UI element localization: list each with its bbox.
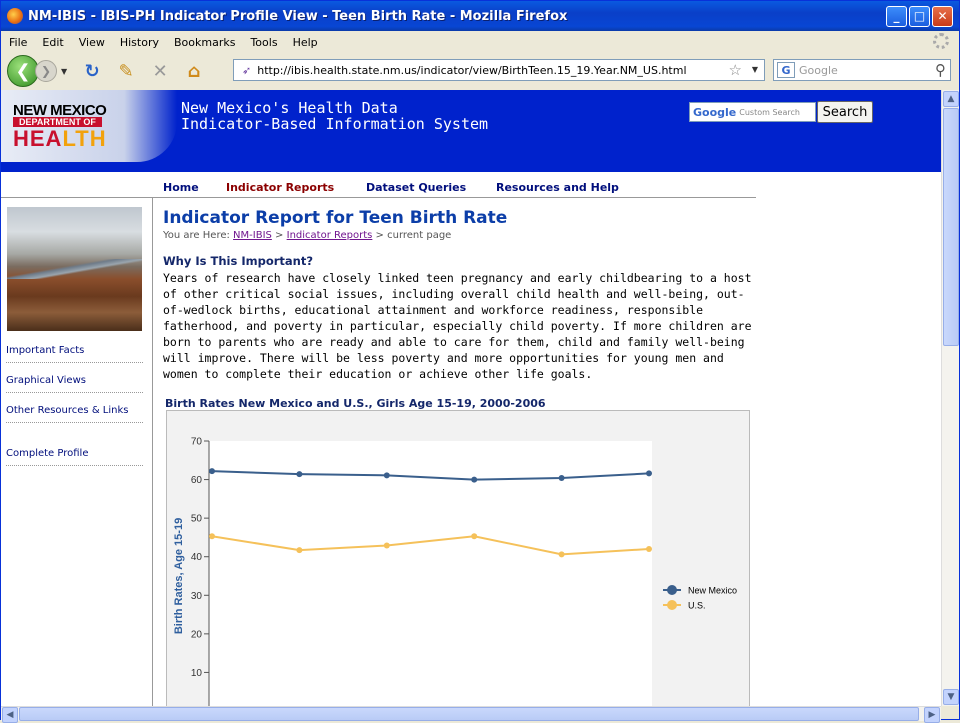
data-point (646, 546, 652, 552)
breadcrumb: You are Here: NM-IBIS > Indicator Report… (163, 230, 452, 241)
legend-label: U.S. (688, 601, 706, 611)
scroll-right-icon[interactable]: ▶ (924, 707, 940, 723)
why-paragraph: Years of research have closely linked te… (163, 271, 752, 381)
custom-search-placeholder: Custom Search (739, 107, 800, 117)
site-search-button[interactable]: Search (817, 101, 873, 123)
stop-icon[interactable]: ✕ (148, 59, 172, 83)
page-content: NEW MEXICO DEPARTMENT OF HEALTH New Mexi… (1, 90, 941, 706)
url-dropdown-icon[interactable]: ▼ (752, 65, 758, 74)
sidebar-item-graphical-views[interactable]: Graphical Views (6, 375, 143, 393)
data-point (296, 547, 303, 554)
data-point (471, 476, 478, 483)
nmdoh-logo[interactable]: NEW MEXICO DEPARTMENT OF HEALTH (1, 90, 177, 162)
data-point (296, 471, 303, 478)
banner-title-line2: Indicator-Based Information System (181, 115, 489, 133)
legend-label: New Mexico (688, 586, 737, 596)
data-point (558, 475, 565, 482)
sidebar-item-important-facts[interactable]: Important Facts (6, 345, 143, 363)
vertical-scrollbar[interactable]: ▲ ▼ (941, 90, 959, 706)
legend-marker (667, 600, 677, 610)
y-tick-label: 20 (191, 629, 203, 640)
browser-search-box[interactable]: G Google ⚲ (773, 59, 951, 81)
chart-svg: 10 20 30 40 50 60 70 Birth Rates, Age 15-19 New … (173, 437, 737, 706)
y-tick-label: 30 (191, 591, 203, 602)
logo-line3: HEALTH (13, 126, 107, 152)
data-point (471, 533, 478, 540)
page-title: Indicator Report for Teen Birth Rate (163, 208, 508, 228)
data-point (383, 542, 390, 549)
maximize-button[interactable]: □ (909, 5, 930, 27)
close-button[interactable]: ✕ (932, 5, 953, 27)
data-point (209, 468, 215, 475)
title-bar: NM-IBIS - IBIS-PH Indicator Profile View… (1, 1, 959, 31)
menu-file[interactable]: File (9, 36, 27, 49)
top-navigation: Home Indicator Reports Dataset Queries R… (1, 172, 756, 198)
throbber-icon (933, 33, 949, 49)
browser-window: NM-IBIS - IBIS-PH Indicator Profile View… (0, 0, 960, 723)
crumb-link-indicator-reports[interactable]: Indicator Reports (287, 230, 373, 241)
history-dropdown-icon[interactable]: ▼ (61, 67, 67, 76)
data-point (209, 533, 215, 540)
data-point (558, 551, 565, 558)
sidebar: Important Facts Graphical Views Other Re… (1, 198, 153, 706)
legend-marker (667, 585, 677, 595)
sidebar-item-complete-profile[interactable]: Complete Profile (6, 448, 143, 466)
site-icon: ➶ (242, 63, 252, 77)
home-icon[interactable]: ⌂ (182, 59, 206, 83)
firefox-icon (7, 8, 23, 24)
search-placeholder: Google (799, 63, 838, 77)
site-banner: NEW MEXICO DEPARTMENT OF HEALTH New Mexi… (1, 90, 941, 172)
menu-edit[interactable]: Edit (42, 36, 63, 49)
search-icon[interactable]: ⚲ (935, 61, 946, 79)
y-tick-label: 10 (191, 668, 203, 679)
scroll-down-icon[interactable]: ▼ (943, 689, 959, 705)
minimize-button[interactable]: _ (886, 5, 907, 27)
y-tick-label: 70 (191, 437, 203, 448)
data-point (383, 472, 390, 479)
scroll-up-icon[interactable]: ▲ (943, 91, 959, 107)
bookmark-star-icon[interactable]: ☆ (729, 61, 742, 79)
plot-area (209, 441, 652, 706)
why-heading: Why Is This Important? (163, 254, 313, 268)
y-tick-label: 60 (191, 475, 203, 486)
menu-history[interactable]: History (120, 36, 159, 49)
menu-tools[interactable]: Tools (250, 36, 277, 49)
nav-indicator-reports[interactable]: Indicator Reports (226, 181, 334, 194)
broom-icon[interactable]: ✎ (114, 59, 138, 83)
site-search-input[interactable]: Google Custom Search (689, 102, 816, 122)
search-engine-icon[interactable]: G (777, 62, 795, 78)
address-bar[interactable]: ➶ http://ibis.health.state.nm.us/indicat… (233, 59, 765, 81)
window-title: NM-IBIS - IBIS-PH Indicator Profile View… (28, 8, 568, 24)
y-tick-label: 40 (191, 552, 203, 563)
menu-view[interactable]: View (79, 36, 105, 49)
crumb-current: > current page (375, 230, 452, 241)
url-text: http://ibis.health.state.nm.us/indicator… (257, 63, 687, 77)
chart-title: Birth Rates New Mexico and U.S., Girls A… (165, 397, 546, 410)
menu-bookmarks[interactable]: Bookmarks (174, 36, 235, 49)
horizontal-scrollbar[interactable]: ◀ ▶ (1, 706, 941, 723)
menu-help[interactable]: Help (293, 36, 318, 49)
data-point (646, 470, 652, 477)
vertical-scroll-thumb[interactable] (943, 108, 959, 346)
crumb-link-nm-ibis[interactable]: NM-IBIS (233, 230, 272, 241)
line-chart: 10 20 30 40 50 60 70 Birth Rates, Age 15-19 New … (166, 410, 750, 706)
landscape-photo (7, 207, 142, 331)
crumb-prefix: You are Here: (163, 230, 230, 241)
horizontal-scroll-thumb[interactable] (19, 707, 919, 721)
logo-line3b: LTH (62, 126, 107, 151)
scroll-left-icon[interactable]: ◀ (2, 707, 18, 723)
nav-home[interactable]: Home (163, 181, 199, 194)
nav-resources-help[interactable]: Resources and Help (496, 181, 619, 194)
logo-line3a: HEA (13, 126, 63, 151)
nav-dataset-queries[interactable]: Dataset Queries (366, 181, 466, 194)
reload-icon[interactable]: ↻ (80, 59, 104, 83)
menu-bar: File Edit View History Bookmarks Tools H… (1, 31, 959, 53)
forward-button[interactable]: ❯ (35, 60, 57, 82)
google-label: Google (693, 105, 737, 119)
y-tick-label: 50 (191, 514, 203, 525)
y-axis-label: Birth Rates, Age 15-19 (173, 518, 185, 634)
sidebar-item-other-resources[interactable]: Other Resources & Links (6, 405, 143, 423)
